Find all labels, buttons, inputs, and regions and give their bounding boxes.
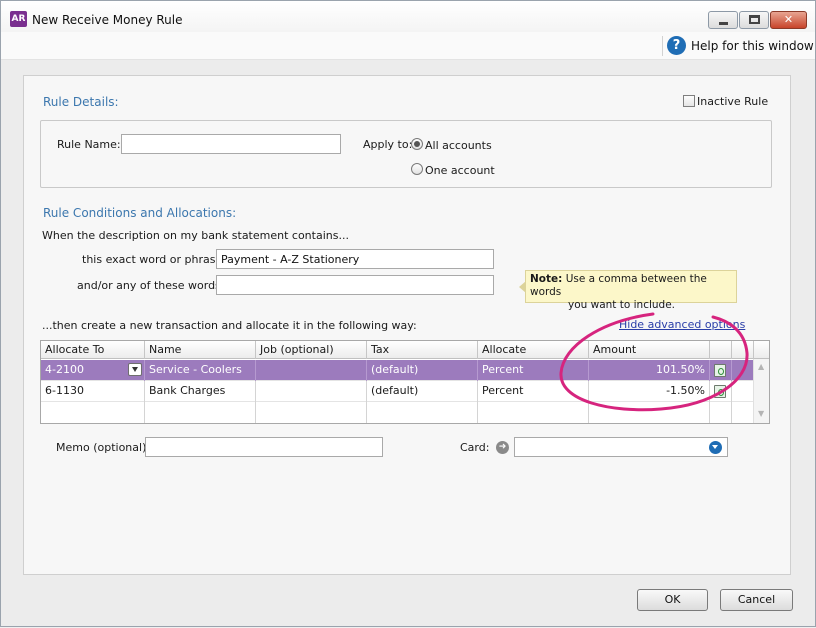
card-details-arrow-icon[interactable]: ➜ [496,441,509,454]
table-row[interactable]: 6-1130 Bank Charges (default) Percent -1… [41,381,769,402]
col-delete [710,341,732,359]
cancel-button[interactable]: Cancel [720,589,793,611]
table-header: Allocate To Name Job (optional) Tax Allo… [41,341,769,359]
help-separator [662,36,663,56]
allocate-cell[interactable]: Percent [478,381,589,402]
table-row-empty[interactable] [41,402,769,423]
col-allocate-to[interactable]: Allocate To [41,341,145,359]
name-cell[interactable]: Service - Coolers [145,360,256,381]
delete-row-icon[interactable] [714,385,726,398]
table-row[interactable]: 4-2100 Service - Coolers (default) Perce… [41,360,769,381]
note-title: Note: [530,273,563,285]
minimize-icon [719,22,728,25]
job-cell[interactable] [256,360,367,381]
rule-name-input[interactable] [121,134,341,154]
empty-cell[interactable] [367,402,478,423]
col-spacer [732,341,754,359]
account-dropdown-icon[interactable] [128,363,142,376]
allocation-intro: ...then create a new transaction and all… [42,319,417,332]
conditions-title: Rule Conditions and Allocations: [43,206,237,220]
all-accounts-label: All accounts [425,139,492,152]
memo-input[interactable] [145,437,383,457]
help-bar: ? Help for this window [1,32,815,60]
all-accounts-radio[interactable] [411,138,423,150]
inactive-rule-checkbox[interactable] [683,95,695,107]
col-amount[interactable]: Amount [589,341,710,359]
delete-cell[interactable] [710,381,732,402]
help-link[interactable]: Help for this window [691,39,814,53]
delete-row-icon[interactable] [714,364,726,377]
title-bar: AR New Receive Money Rule ✕ [1,1,815,32]
maximize-icon [749,15,760,24]
allocation-table: Allocate To Name Job (optional) Tax Allo… [40,340,770,424]
table-scrollbar[interactable]: ▲ ▼ [753,359,769,423]
app-logo-icon: AR [10,11,27,27]
any-words-input[interactable] [216,275,494,295]
empty-cell[interactable] [478,402,589,423]
card-combo[interactable] [514,437,728,457]
scroll-down-icon[interactable]: ▼ [758,409,764,418]
rule-panel: Rule Details: Inactive Rule Rule Name: A… [23,75,791,575]
allocate-cell[interactable]: Percent [478,360,589,381]
empty-cell[interactable] [256,402,367,423]
col-job[interactable]: Job (optional) [256,341,367,359]
empty-cell[interactable] [145,402,256,423]
minimize-button[interactable] [708,11,738,29]
close-icon: ✕ [783,13,794,26]
allocate-to-cell[interactable]: 6-1130 [41,381,145,402]
exact-phrase-label: this exact word or phrase: [82,253,226,266]
one-account-label: One account [425,164,495,177]
ok-button[interactable]: OK [637,589,708,611]
col-allocate[interactable]: Allocate [478,341,589,359]
hide-advanced-options-link[interactable]: Hide advanced options [619,318,745,331]
scroll-up-icon[interactable]: ▲ [758,362,764,371]
card-dropdown-icon[interactable] [709,441,722,454]
rule-name-label: Rule Name: [57,138,121,151]
delete-cell[interactable] [710,360,732,381]
allocate-to-cell[interactable]: 4-2100 [41,360,145,381]
inactive-rule-label: Inactive Rule [697,95,769,108]
apply-to-label: Apply to: [363,138,413,151]
help-icon[interactable]: ? [667,36,686,55]
window-title: New Receive Money Rule [32,13,183,27]
rule-details-title: Rule Details: [43,95,119,109]
tax-cell[interactable]: (default) [367,381,478,402]
maximize-button[interactable] [739,11,769,29]
tax-cell[interactable]: (default) [367,360,478,381]
amount-cell[interactable]: -1.50% [589,381,710,402]
amount-cell[interactable]: 101.50% [589,360,710,381]
name-cell[interactable]: Bank Charges [145,381,256,402]
card-label: Card: [460,441,490,454]
note-tooltip: Note: Use a comma between the words you … [519,270,737,311]
job-cell[interactable] [256,381,367,402]
one-account-radio[interactable] [411,163,423,175]
exact-phrase-input[interactable] [216,249,494,269]
conditions-intro: When the description on my bank statemen… [42,229,349,242]
col-name[interactable]: Name [145,341,256,359]
rule-details-group: Rule Name: Apply to: All accounts One ac… [40,120,772,188]
col-tax[interactable]: Tax [367,341,478,359]
note-line-2: you want to include. [568,299,676,311]
receive-money-rule-window: AR New Receive Money Rule ✕ ? Help for t… [0,0,816,627]
close-button[interactable]: ✕ [770,11,807,29]
empty-cell[interactable] [710,402,732,423]
memo-label: Memo (optional): [56,441,151,454]
account-number: 4-2100 [45,363,84,376]
any-words-label: and/or any of these words: [77,279,225,292]
empty-cell[interactable] [41,402,145,423]
empty-cell[interactable] [589,402,710,423]
